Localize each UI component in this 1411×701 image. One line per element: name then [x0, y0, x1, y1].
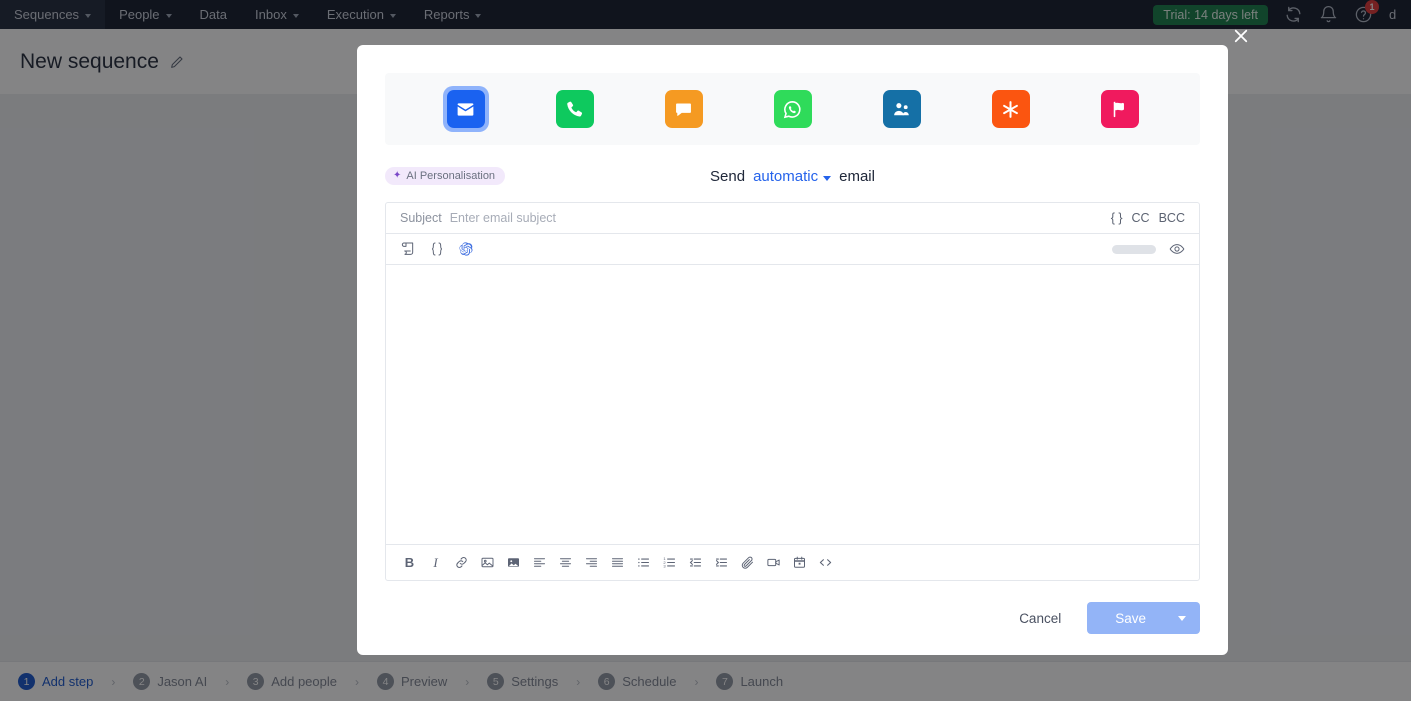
channel-email[interactable]	[443, 86, 489, 132]
bold-icon[interactable]: B	[402, 555, 417, 570]
channel-manual-task[interactable]	[988, 86, 1034, 132]
envelope-icon	[447, 90, 485, 128]
close-icon[interactable]	[1232, 27, 1250, 45]
bullet-list-icon[interactable]	[636, 555, 651, 570]
subject-input[interactable]	[450, 211, 1103, 225]
whatsapp-icon	[774, 90, 812, 128]
indent-icon[interactable]	[714, 555, 729, 570]
calendar-icon[interactable]	[792, 555, 807, 570]
eye-preview-icon[interactable]	[1169, 241, 1185, 257]
cc-button[interactable]: CC	[1132, 211, 1150, 225]
variables-button[interactable]: { }	[1111, 211, 1123, 225]
subject-row: Subject { } CC BCC	[386, 203, 1199, 234]
channel-selector	[385, 73, 1200, 145]
loading-skeleton	[1112, 245, 1156, 254]
outdent-icon[interactable]	[688, 555, 703, 570]
save-dropdown-button[interactable]	[1172, 616, 1200, 621]
align-left-icon[interactable]	[532, 555, 547, 570]
openai-spiral-icon[interactable]	[458, 241, 474, 257]
add-step-modal: ✦ AI Personalisation Send automatic emai…	[357, 45, 1228, 655]
chevron-down-icon	[823, 176, 831, 181]
chevron-down-icon	[1178, 616, 1186, 621]
image-filled-icon[interactable]	[506, 555, 521, 570]
formatting-toolbar: BI 123	[386, 544, 1199, 580]
asterisk-icon	[992, 90, 1030, 128]
subject-actions: { } CC BCC	[1111, 211, 1185, 225]
template-icon[interactable]	[400, 241, 416, 257]
editor-toolbar	[386, 234, 1199, 265]
channel-whatsapp[interactable]	[770, 86, 816, 132]
link-icon[interactable]	[454, 555, 469, 570]
save-button-group[interactable]: Save	[1087, 602, 1200, 634]
align-justify-icon[interactable]	[610, 555, 625, 570]
modal-footer: Cancel Save	[357, 581, 1228, 655]
subject-label: Subject	[400, 211, 442, 225]
bcc-button[interactable]: BCC	[1159, 211, 1185, 225]
send-mode-group: Send automatic email	[385, 168, 1200, 185]
code-icon[interactable]	[818, 555, 833, 570]
channel-linkedin[interactable]	[879, 86, 925, 132]
italic-icon[interactable]: I	[428, 555, 443, 570]
align-right-icon[interactable]	[584, 555, 599, 570]
channel-sms[interactable]	[661, 86, 707, 132]
phone-icon	[556, 90, 594, 128]
variable-braces-icon[interactable]	[429, 241, 445, 257]
send-prefix-label: Send	[710, 168, 745, 185]
cancel-button[interactable]: Cancel	[1019, 611, 1061, 626]
chat-bubble-icon	[665, 90, 703, 128]
email-body-input[interactable]	[386, 265, 1199, 544]
channel-call[interactable]	[552, 86, 598, 132]
numbered-list-icon[interactable]: 123	[662, 555, 677, 570]
send-mode-value: automatic	[753, 168, 818, 185]
attachment-icon[interactable]	[740, 555, 755, 570]
send-config-row: ✦ AI Personalisation Send automatic emai…	[385, 165, 1200, 187]
image-icon[interactable]	[480, 555, 495, 570]
align-center-icon[interactable]	[558, 555, 573, 570]
save-button[interactable]: Save	[1087, 611, 1172, 626]
video-icon[interactable]	[766, 555, 781, 570]
svg-text:3: 3	[663, 563, 666, 568]
flag-icon	[1101, 90, 1139, 128]
send-mode-dropdown[interactable]: automatic	[753, 168, 831, 185]
email-editor: Subject { } CC BCC	[385, 202, 1200, 581]
send-suffix-label: email	[839, 168, 875, 185]
editor-toolbar-right	[1112, 241, 1185, 257]
channel-goal[interactable]	[1097, 86, 1143, 132]
people-icon	[883, 90, 921, 128]
